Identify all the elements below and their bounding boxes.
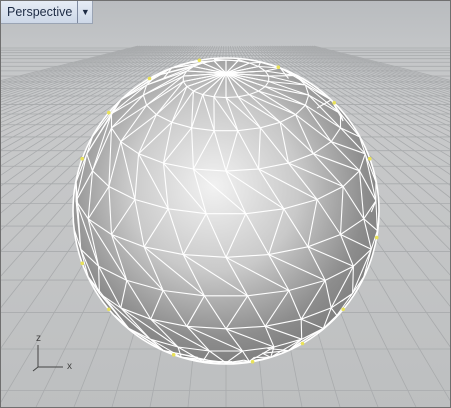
axis-x-label: x	[67, 361, 72, 372]
viewport-scene	[1, 45, 450, 407]
axis-z-label: z	[36, 333, 41, 344]
selected-vertex	[147, 76, 152, 81]
selected-vertex	[107, 110, 111, 115]
selected-vertex	[171, 353, 176, 357]
selected-vertex	[341, 307, 346, 312]
selected-vertex	[332, 101, 337, 105]
viewport-title-tab[interactable]: Perspective ▼	[1, 1, 94, 24]
triangle-down-icon[interactable]: ▼	[77, 1, 92, 23]
selected-vertex	[107, 307, 111, 312]
selected-vertex	[374, 235, 379, 240]
selected-vertex	[276, 65, 281, 69]
selected-vertex	[80, 261, 84, 266]
selected-vertex	[80, 156, 84, 161]
selected-vertex	[368, 156, 372, 161]
selected-vertex	[250, 359, 255, 364]
viewport-title-label[interactable]: Perspective	[1, 1, 77, 23]
selected-vertex	[197, 58, 202, 63]
perspective-viewport[interactable]: Perspective ▼ z x	[0, 0, 451, 408]
selected-vertex	[300, 341, 305, 346]
